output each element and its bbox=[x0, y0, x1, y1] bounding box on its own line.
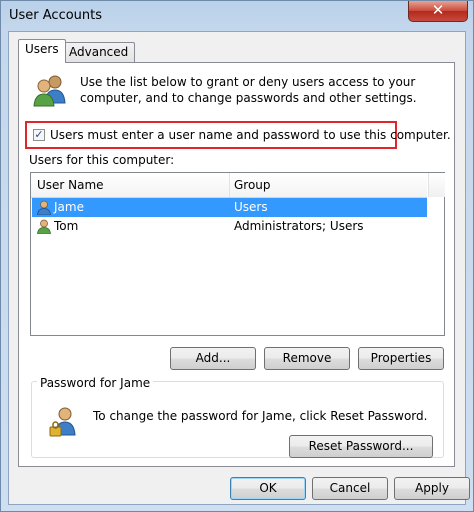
require-login-highlight: ✓ Users must enter a user name and passw… bbox=[25, 121, 451, 149]
remove-user-button[interactable]: Remove bbox=[264, 347, 350, 370]
users-list[interactable]: User Name Group Jame Users Tom Administr… bbox=[30, 172, 445, 336]
users-list-label: Users for this computer: bbox=[29, 153, 175, 167]
users-icon bbox=[33, 75, 66, 107]
dialog-client-area: Users Advanced Use the list below to gra… bbox=[8, 31, 470, 505]
reset-password-button[interactable]: Reset Password... bbox=[289, 435, 433, 458]
add-user-button[interactable]: Add... bbox=[170, 347, 256, 370]
group-cell: Administrators; Users bbox=[234, 219, 364, 233]
password-instructions: To change the password for Jame, click R… bbox=[93, 409, 428, 423]
user-password-icon bbox=[49, 407, 76, 437]
cancel-button[interactable]: Cancel bbox=[312, 477, 388, 500]
require-login-checkbox[interactable]: ✓ bbox=[33, 129, 45, 141]
list-header-end bbox=[428, 173, 445, 197]
window-title: User Accounts bbox=[9, 8, 103, 23]
intro-text: Use the list below to grant or deny user… bbox=[80, 75, 417, 105]
user-accounts-window: User Accounts ✕ Users Advanced Use the l… bbox=[0, 0, 474, 512]
tab-users[interactable]: Users bbox=[18, 39, 66, 63]
check-icon: ✓ bbox=[34, 128, 44, 141]
properties-button[interactable]: Properties bbox=[358, 347, 444, 370]
password-group-title: Password for Jame bbox=[37, 376, 154, 390]
column-divider[interactable] bbox=[229, 173, 230, 197]
user-name-cell: Tom bbox=[54, 219, 79, 233]
user-name-cell: Jame bbox=[54, 200, 84, 214]
list-header: User Name Group bbox=[31, 173, 427, 198]
ok-button[interactable]: OK bbox=[230, 477, 306, 500]
tab-advanced[interactable]: Advanced bbox=[62, 42, 136, 63]
user-icon bbox=[37, 200, 51, 215]
group-cell: Users bbox=[234, 200, 268, 214]
users-tab-panel: Use the list below to grant or deny user… bbox=[18, 62, 455, 467]
user-icon bbox=[37, 219, 51, 234]
column-header-group[interactable]: Group bbox=[234, 178, 271, 192]
column-header-user-name[interactable]: User Name bbox=[37, 178, 104, 192]
title-bar[interactable]: User Accounts ✕ bbox=[1, 1, 473, 31]
close-button[interactable]: ✕ bbox=[408, 1, 468, 22]
table-row[interactable]: Jame Users bbox=[32, 198, 427, 217]
close-icon: ✕ bbox=[431, 1, 445, 19]
require-login-label[interactable]: Users must enter a user name and passwor… bbox=[50, 128, 451, 142]
table-row[interactable]: Tom Administrators; Users bbox=[32, 217, 427, 236]
apply-button[interactable]: Apply bbox=[394, 477, 470, 500]
